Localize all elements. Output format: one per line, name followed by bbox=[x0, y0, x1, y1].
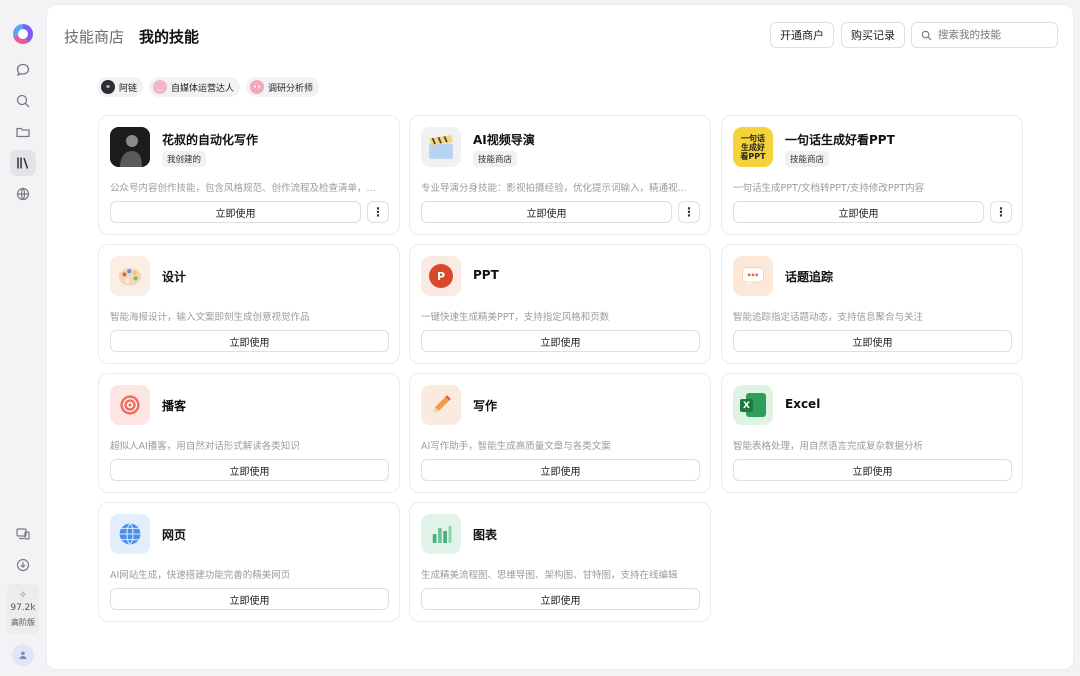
skill-tag: 技能商店 bbox=[785, 151, 830, 167]
skill-name: 话题追踪 bbox=[785, 270, 834, 284]
use-now-button[interactable]: 立即使用 bbox=[733, 201, 984, 223]
skill-card[interactable]: 一句话生成好看PPT 一句话生成好看PPT 技能商店 一句话生成PPT/文档转P… bbox=[721, 115, 1023, 235]
poster-text: 一句话生成好看PPT bbox=[740, 133, 766, 161]
sparkle-icon: ✧ bbox=[18, 589, 28, 601]
more-options-icon[interactable]: ⋮ bbox=[990, 201, 1012, 223]
skill-description: 智能海报设计，输入文案即刻生成创意视觉作品 bbox=[110, 312, 310, 323]
excel-icon: X bbox=[733, 385, 773, 425]
excel-letter: X bbox=[740, 399, 753, 412]
chip-media-operator[interactable]: ‿ 自媒体运营达人 bbox=[149, 77, 241, 97]
open-merchant-button[interactable]: 开通商户 bbox=[770, 22, 834, 48]
skill-name: 网页 bbox=[162, 528, 187, 542]
skill-card[interactable]: AI视频导演 技能商店 专业导演分身技能：影视拍摄经验，优化提示词输入，精通视.… bbox=[409, 115, 711, 235]
chip-label: 自媒体运营达人 bbox=[171, 83, 235, 94]
use-now-button[interactable]: 立即使用 bbox=[421, 588, 700, 610]
skills-library-icon[interactable] bbox=[10, 150, 36, 176]
folder-icon[interactable] bbox=[10, 119, 36, 145]
palette-icon bbox=[110, 256, 150, 296]
skill-description: 智能表格处理，用自然语言完成复杂数据分析 bbox=[733, 441, 924, 452]
left-sidebar: ✧ 97.2k 高阶版 bbox=[0, 0, 46, 676]
smile-avatar-icon: ‿ bbox=[153, 80, 168, 94]
skill-card[interactable]: 图表 生成精美流程图、思维导图、架构图、甘特图，支持在线编辑 立即使用 bbox=[409, 502, 711, 622]
powerpoint-icon: P bbox=[421, 256, 461, 296]
devices-icon[interactable] bbox=[10, 521, 36, 547]
chip-research-analyst[interactable]: •• 调研分析师 bbox=[246, 77, 320, 97]
tab-my-skills[interactable]: 我的技能 bbox=[139, 26, 199, 47]
main-panel: 技能商店 我的技能 开通商户 购买记录 ⚭ 阿链 ‿ 自媒体运营达人 •• 调研… bbox=[46, 4, 1074, 670]
tab-skill-store[interactable]: 技能商店 bbox=[64, 26, 124, 47]
skill-card[interactable]: 播客 超拟人AI播客，用自然对话形式解读各类知识 立即使用 bbox=[98, 373, 400, 493]
use-now-button[interactable]: 立即使用 bbox=[421, 330, 700, 352]
chat-icon[interactable] bbox=[10, 57, 36, 83]
pencil-icon bbox=[421, 385, 461, 425]
more-options-icon[interactable]: ⋮ bbox=[678, 201, 700, 223]
skill-description: 超拟人AI播客，用自然对话形式解读各类知识 bbox=[110, 441, 300, 452]
skill-card[interactable]: X Excel 智能表格处理，用自然语言完成复杂数据分析 立即使用 bbox=[721, 373, 1023, 493]
more-options-icon[interactable]: ⋮ bbox=[367, 201, 389, 223]
download-icon[interactable] bbox=[10, 552, 36, 578]
portrait-icon bbox=[110, 127, 150, 167]
skill-description: 生成精美流程图、思维导图、架构图、甘特图，支持在线编辑 bbox=[421, 570, 678, 581]
skill-description: 一句话生成PPT/文档转PPT/支持修改PPT内容 bbox=[733, 183, 925, 194]
clapperboard-icon bbox=[421, 127, 461, 167]
use-now-button[interactable]: 立即使用 bbox=[421, 201, 672, 223]
skill-description: 一键快速生成精美PPT，支持指定风格和页数 bbox=[421, 312, 610, 323]
skill-name: 花叔的自动化写作 bbox=[162, 133, 259, 147]
search-icon bbox=[921, 30, 932, 40]
skill-name: 图表 bbox=[473, 528, 498, 542]
skill-name: Excel bbox=[785, 397, 821, 411]
skill-card[interactable]: 设计 智能海报设计，输入文案即刻生成创意视觉作品 立即使用 bbox=[98, 244, 400, 364]
skill-card[interactable]: 花叔的自动化写作 我创建的 公众号内容创作技能，包含风格规范、创作流程及检查清单… bbox=[98, 115, 400, 235]
skill-name: PPT bbox=[473, 268, 499, 282]
agent-filter-chips: ⚭ 阿链 ‿ 自媒体运营达人 •• 调研分析师 bbox=[97, 77, 320, 97]
skill-name: 写作 bbox=[473, 399, 498, 413]
use-now-button[interactable]: 立即使用 bbox=[110, 330, 389, 352]
use-now-button[interactable]: 立即使用 bbox=[110, 201, 361, 223]
skill-name: AI视频导演 bbox=[473, 133, 535, 147]
skill-description: 公众号内容创作技能，包含风格规范、创作流程及检查清单，... bbox=[110, 183, 376, 194]
skill-card[interactable]: P PPT 一键快速生成精美PPT，支持指定风格和页数 立即使用 bbox=[409, 244, 711, 364]
skill-name: 播客 bbox=[162, 399, 187, 413]
bar-chart-icon bbox=[421, 514, 461, 554]
use-now-button[interactable]: 立即使用 bbox=[110, 588, 389, 610]
chip-label: 阿链 bbox=[119, 83, 138, 94]
skill-description: AI写作助手，智能生成高质量文章与各类文案 bbox=[421, 441, 611, 452]
skill-tag: 技能商店 bbox=[473, 151, 518, 167]
use-now-button[interactable]: 立即使用 bbox=[421, 459, 700, 481]
skill-name: 一句话生成好看PPT bbox=[785, 133, 895, 147]
skill-name: 设计 bbox=[162, 270, 187, 284]
search-icon[interactable] bbox=[10, 88, 36, 114]
use-now-button[interactable]: 立即使用 bbox=[733, 330, 1012, 352]
link-avatar-icon: ⚭ bbox=[101, 80, 115, 94]
skill-tag: 我创建的 bbox=[162, 151, 207, 167]
chip-alian[interactable]: ⚭ 阿链 bbox=[97, 77, 144, 97]
globe-nav-icon[interactable] bbox=[10, 181, 36, 207]
page-header: 技能商店 我的技能 开通商户 购买记录 bbox=[47, 5, 1073, 65]
powerpoint-letter: P bbox=[429, 264, 453, 288]
search-box[interactable] bbox=[911, 22, 1058, 48]
credits-badge[interactable]: ✧ 97.2k 高阶版 bbox=[7, 584, 39, 634]
purchase-records-button[interactable]: 购买记录 bbox=[841, 22, 905, 48]
search-input[interactable] bbox=[938, 29, 1048, 41]
skill-description: 智能追踪指定话题动态，支持信息聚合与关注 bbox=[733, 312, 924, 323]
skill-description: 专业导演分身技能：影视拍摄经验，优化提示词输入，精通视... bbox=[421, 183, 687, 194]
plan-tier: 高阶版 bbox=[11, 617, 35, 627]
skill-description: AI网站生成，快速搭建功能完善的精美网页 bbox=[110, 570, 291, 581]
skill-card[interactable]: 写作 AI写作助手，智能生成高质量文章与各类文案 立即使用 bbox=[409, 373, 711, 493]
app-logo-icon[interactable] bbox=[13, 24, 33, 44]
podcast-icon bbox=[110, 385, 150, 425]
dots-avatar-icon: •• bbox=[250, 80, 265, 94]
globe-icon bbox=[110, 514, 150, 554]
use-now-button[interactable]: 立即使用 bbox=[733, 459, 1012, 481]
chip-label: 调研分析师 bbox=[268, 83, 314, 94]
skill-card[interactable]: 话题追踪 智能追踪指定话题动态，支持信息聚合与关注 立即使用 bbox=[721, 244, 1023, 364]
chat-bubble-icon bbox=[733, 256, 773, 296]
skill-card[interactable]: 网页 AI网站生成，快速搭建功能完善的精美网页 立即使用 bbox=[98, 502, 400, 622]
credits-value: 97.2k bbox=[10, 602, 36, 613]
ppt-poster-icon: 一句话生成好看PPT bbox=[733, 127, 773, 167]
user-avatar[interactable] bbox=[12, 644, 34, 666]
use-now-button[interactable]: 立即使用 bbox=[110, 459, 389, 481]
